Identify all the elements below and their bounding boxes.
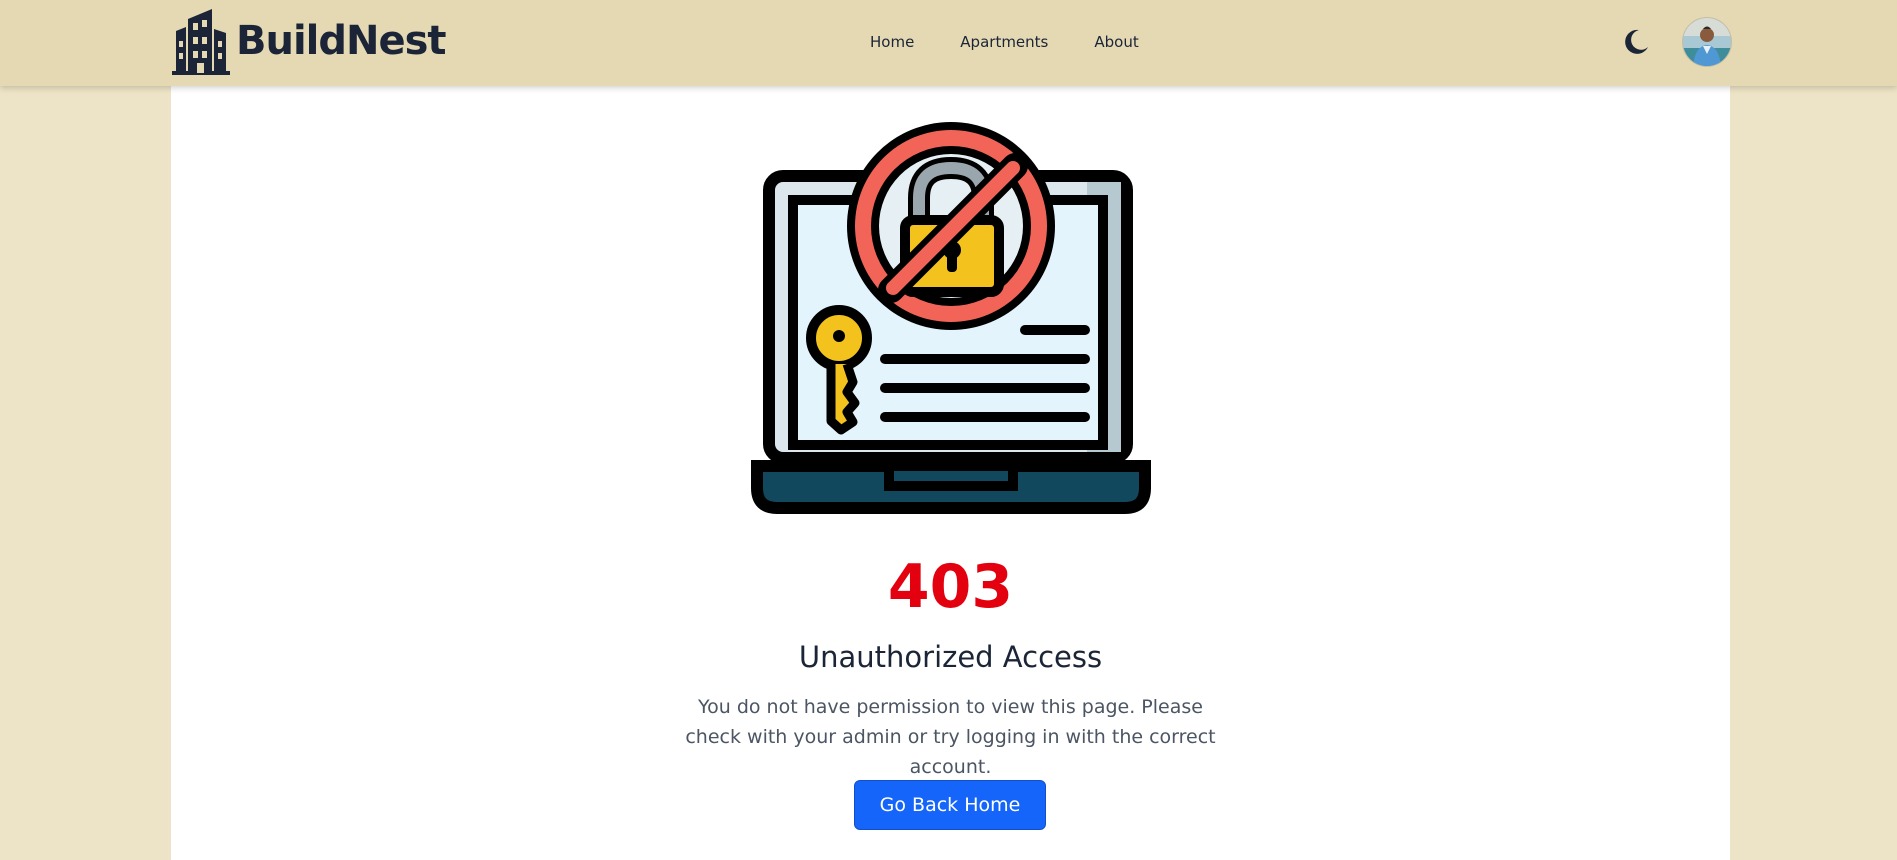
nav-link-about[interactable]: About <box>1094 27 1138 57</box>
avatar-image <box>1683 18 1731 66</box>
brand-logo-link[interactable]: BuildNest <box>172 7 447 75</box>
go-back-home-button[interactable]: Go Back Home <box>854 780 1046 830</box>
moon-icon[interactable] <box>1620 26 1652 58</box>
main-content: 403 Unauthorized Access You do not have … <box>171 86 1730 860</box>
brand-name: BuildNest <box>236 18 447 64</box>
navbar: BuildNest Home Apartments About <box>0 0 1897 86</box>
error-code: 403 <box>887 552 1014 622</box>
error-title: Unauthorized Access <box>798 640 1103 674</box>
user-avatar[interactable] <box>1682 17 1732 67</box>
nav-link-apartments[interactable]: Apartments <box>960 27 1048 57</box>
building-icon <box>172 9 230 75</box>
locked-laptop-icon <box>751 122 1151 514</box>
nav-link-home[interactable]: Home <box>870 27 914 57</box>
main-nav: Home Apartments About <box>870 0 1185 84</box>
error-message: You do not have permission to view this … <box>685 696 1216 778</box>
